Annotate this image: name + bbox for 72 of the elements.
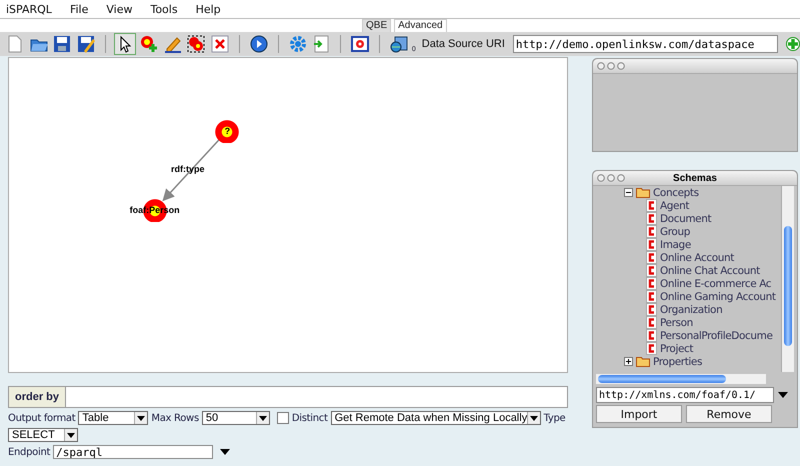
tree-item[interactable]: Image: [660, 238, 691, 250]
window-title: Schemas: [672, 172, 718, 184]
graph-node[interactable]: ?: [215, 118, 240, 143]
tree-item[interactable]: Concepts: [653, 186, 699, 198]
class-icon: [646, 290, 657, 303]
tree-item[interactable]: Online Account: [660, 252, 734, 264]
tab[interactable]: Advanced: [394, 19, 447, 32]
dropdown[interactable]: Get Remote Data when Missing Locally: [330, 411, 541, 425]
folder-icon: [636, 356, 650, 367]
menu-item[interactable]: Tools: [150, 2, 178, 16]
tree-item[interactable]: Document: [660, 212, 712, 224]
tab[interactable]: QBE: [362, 19, 392, 32]
delete-icon[interactable]: [209, 33, 232, 55]
class-icon: [646, 303, 657, 316]
schema-button[interactable]: Remove: [686, 405, 772, 423]
class-icon: [646, 342, 657, 355]
menu-item[interactable]: View: [106, 2, 132, 16]
dropdown[interactable]: 50: [202, 411, 270, 425]
tree-item[interactable]: PersonalProfileDocume: [660, 330, 773, 342]
class-icon: [646, 316, 657, 329]
dropdown-arrow-icon[interactable]: [220, 449, 230, 455]
tree-item[interactable]: Properties: [653, 356, 702, 368]
menu-item[interactable]: iSPARQL: [6, 2, 52, 16]
collapse-icon[interactable]: [624, 188, 633, 197]
class-icon: [646, 238, 657, 251]
caret-icon[interactable]: [134, 412, 148, 424]
tree-item[interactable]: Person: [660, 316, 693, 328]
tree-item[interactable]: Agent: [660, 200, 690, 212]
expand-icon[interactable]: [624, 357, 633, 366]
edge-label: rdf:type: [171, 163, 204, 176]
horizontal-scrollbar[interactable]: [596, 374, 766, 384]
pointer-icon[interactable]: [114, 33, 136, 55]
caret-icon[interactable]: [256, 412, 269, 424]
class-icon: [646, 264, 657, 277]
class-icon: [646, 199, 657, 212]
dropdown[interactable]: Table: [78, 411, 148, 425]
max-rows-label: Max Rows: [151, 412, 199, 424]
class-icon: [646, 277, 657, 290]
distinct-checkbox[interactable]: [276, 412, 289, 424]
schema-button[interactable]: Import: [596, 405, 682, 423]
class-icon: [646, 329, 657, 342]
data-source-label: Data Source URI: [422, 38, 505, 50]
distinct-label: Distinct: [292, 412, 328, 424]
tree-item[interactable]: Group: [660, 226, 690, 238]
tree-item[interactable]: Online Chat Account: [660, 264, 760, 276]
tree-item[interactable]: Online Gaming Account: [660, 290, 776, 302]
grouped-nodes-icon[interactable]: [185, 33, 208, 55]
add-icon[interactable]: [786, 37, 800, 51]
endpoint-label: Endpoint: [8, 446, 50, 458]
tree-item[interactable]: Organization: [660, 304, 722, 316]
tree-item[interactable]: Project: [660, 342, 694, 354]
window-controls-icon[interactable]: [597, 62, 625, 70]
schema-uri-field[interactable]: http://xmlns.com/foaf/0.1/: [596, 387, 774, 403]
caret-icon[interactable]: [527, 412, 540, 424]
floppy-pencil-icon[interactable]: [75, 33, 98, 55]
dropdown-arrow-icon[interactable]: [778, 392, 788, 398]
menu-item[interactable]: File: [70, 2, 88, 16]
class-icon: [646, 225, 657, 238]
window-icon[interactable]: [349, 33, 372, 55]
type-label: Type: [544, 412, 566, 424]
output-format-label: Output format: [8, 412, 76, 424]
play-icon[interactable]: [248, 33, 270, 55]
endpoint-field[interactable]: /sparql: [53, 445, 214, 459]
class-icon: [646, 212, 657, 225]
data-source-field[interactable]: http://demo.openlinksw.com/dataspace: [512, 35, 778, 53]
class-icon: [646, 251, 657, 264]
tree-item[interactable]: Online E-commerce Ac: [660, 278, 772, 290]
menu-item[interactable]: Help: [196, 2, 221, 16]
caret-icon[interactable]: [64, 429, 77, 441]
vertical-scrollbar[interactable]: [781, 186, 794, 372]
window-controls-icon[interactable]: [597, 174, 625, 182]
dropdown[interactable]: SELECT: [8, 428, 78, 442]
